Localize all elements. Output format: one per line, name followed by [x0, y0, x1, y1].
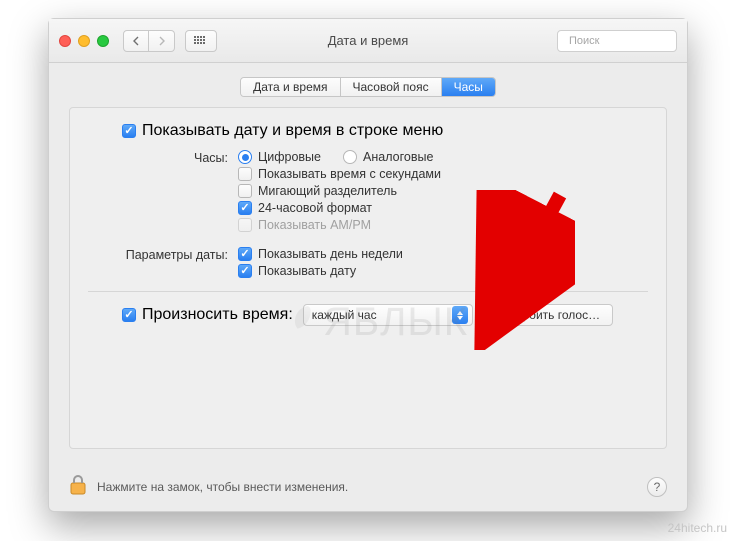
show-in-menubar-checkbox[interactable]: [122, 124, 136, 138]
lock-icon: [69, 474, 87, 496]
announce-time-label: Произносить время:: [142, 306, 293, 324]
twentyfour-hour-checkbox[interactable]: [238, 201, 252, 215]
search-input[interactable]: [569, 35, 711, 47]
back-button[interactable]: [123, 30, 149, 52]
watermark-host: 24hitech.ru: [668, 521, 727, 535]
forward-button[interactable]: [149, 30, 175, 52]
flash-separators-checkbox[interactable]: [238, 184, 252, 198]
footer: Нажмите на замок, чтобы внести изменения…: [49, 463, 687, 511]
preferences-window: Дата и время Дата и время Часовой пояс Ч…: [48, 18, 688, 512]
show-seconds-checkbox[interactable]: [238, 167, 252, 181]
nav-back-forward: [123, 30, 175, 52]
lock-hint-label: Нажмите на замок, чтобы внести изменения…: [97, 480, 348, 494]
tab-date-time[interactable]: Дата и время: [241, 78, 340, 96]
lock-button[interactable]: [69, 474, 87, 501]
date-section-label: Параметры даты:: [88, 247, 238, 262]
tab-bar: Дата и время Часовой пояс Часы: [69, 77, 667, 97]
show-date-checkbox[interactable]: [238, 264, 252, 278]
show-weekday-checkbox[interactable]: [238, 247, 252, 261]
announce-time-checkbox[interactable]: [122, 308, 136, 322]
radio-icon: [343, 150, 357, 164]
clock-digital-radio[interactable]: Цифровые: [238, 150, 321, 164]
divider: [88, 291, 648, 292]
grid-icon: [194, 36, 208, 46]
customize-voice-button[interactable]: Настроить голос…: [483, 304, 613, 326]
tab-clock[interactable]: Часы: [442, 78, 495, 96]
show-all-button[interactable]: [185, 30, 217, 52]
minimize-icon[interactable]: [78, 35, 90, 47]
close-icon[interactable]: [59, 35, 71, 47]
search-field[interactable]: [557, 30, 677, 52]
window-controls: [59, 35, 109, 47]
titlebar: Дата и время: [49, 19, 687, 63]
zoom-icon[interactable]: [97, 35, 109, 47]
settings-panel: Показывать дату и время в строке меню Ча…: [69, 107, 667, 449]
tab-timezone[interactable]: Часовой пояс: [341, 78, 442, 96]
show-in-menubar-label: Показывать дату и время в строке меню: [142, 122, 443, 140]
clock-analog-radio[interactable]: Аналоговые: [343, 150, 433, 164]
ampm-checkbox: [238, 218, 252, 232]
radio-icon: [238, 150, 252, 164]
chevron-updown-icon: [452, 306, 468, 324]
help-button[interactable]: ?: [647, 477, 667, 497]
announce-interval-select[interactable]: каждый час: [303, 304, 473, 326]
clock-section-label: Часы:: [88, 150, 238, 165]
